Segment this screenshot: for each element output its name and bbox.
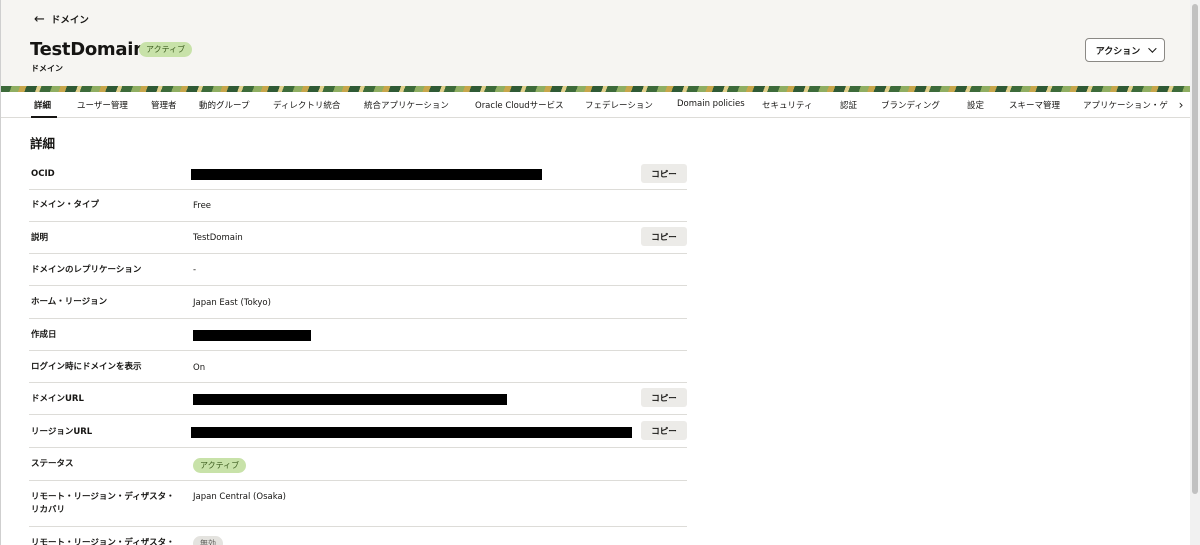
arrow-left-icon: ← — [34, 11, 45, 27]
tab-application-gateway[interactable]: アプリケーション・ゲ — [1083, 99, 1168, 111]
back-link-label: ドメイン — [50, 15, 89, 26]
detail-row-status: ステータス アクティブ — [29, 448, 687, 481]
detail-label: ドメインのレプリケーション — [31, 265, 142, 275]
tab-branding[interactable]: ブランディング — [881, 99, 940, 111]
detail-label: ホーム・リージョン — [31, 297, 108, 307]
redacted-value — [193, 330, 311, 341]
tab-federation[interactable]: フェデレーション — [585, 99, 653, 111]
tab-dynamic-groups[interactable]: 動的グループ — [199, 99, 250, 111]
detail-row-home-region: ホーム・リージョン Japan East (Tokyo) — [29, 286, 687, 319]
copy-ocid-button[interactable]: コピー — [641, 164, 687, 183]
vertical-scrollbar[interactable] — [1190, 0, 1200, 545]
detail-label: リカバリ — [31, 505, 66, 515]
page: ← ドメイン TestDomain アクティブ ドメイン アクション 詳細 ユー… — [0, 0, 1190, 545]
detail-label: 説明 — [31, 233, 49, 243]
detail-label: リージョンURL — [31, 427, 93, 437]
detail-row-domain-type: ドメイン・タイプ Free — [29, 190, 687, 222]
detail-row-domain-url: ドメインURL コピー — [29, 383, 687, 415]
actions-button[interactable]: アクション — [1085, 38, 1165, 62]
detail-row-disaster-recovery-status: リモート・リージョン・ディザスタ・ 無効 — [29, 527, 687, 545]
tab-integrated-applications[interactable]: 統合アプリケーション — [364, 99, 449, 111]
chevron-down-icon — [1148, 44, 1157, 53]
status-badge: アクティブ — [139, 42, 193, 57]
copy-region-url-button[interactable]: コピー — [641, 421, 687, 440]
actions-button-label: アクション — [1095, 46, 1141, 57]
redacted-value — [191, 169, 542, 180]
redacted-value — [191, 427, 632, 438]
page-subtitle: ドメイン — [31, 64, 63, 73]
detail-label: ステータス — [31, 459, 74, 469]
section-title: 詳細 — [30, 136, 56, 151]
detail-value: On — [193, 363, 206, 373]
tab-authentication[interactable]: 認証 — [840, 99, 857, 111]
detail-row-show-on-login: ログイン時にドメインを表示 On — [29, 351, 687, 383]
detail-label: リモート・リージョン・ディザスタ・ — [31, 492, 175, 502]
tab-administrators[interactable]: 管理者 — [151, 99, 177, 111]
back-link[interactable]: ← ドメイン — [34, 11, 89, 27]
detail-row-region-url: リージョンURL コピー — [29, 415, 687, 448]
tab-bar: 詳細 ユーザー管理 管理者 動的グループ ディレクトリ統合 統合アプリケーション… — [1, 92, 1190, 118]
tab-schema-management[interactable]: スキーマ管理 — [1009, 99, 1060, 111]
active-tab-indicator — [31, 116, 57, 118]
detail-value: - — [193, 265, 197, 275]
detail-label: ドメインURL — [31, 394, 84, 404]
detail-label: 作成日 — [31, 330, 57, 340]
detail-label: OCID — [31, 169, 55, 179]
tab-settings[interactable]: 設定 — [967, 99, 984, 111]
chevron-right-icon[interactable]: › — [1172, 92, 1190, 117]
status-badge: アクティブ — [193, 458, 247, 473]
detail-row-ocid: OCID コピー — [29, 158, 687, 190]
status-badge: 無効 — [193, 536, 223, 545]
detail-value: Free — [193, 201, 212, 211]
copy-domain-url-button[interactable]: コピー — [641, 388, 687, 407]
detail-label: ログイン時にドメインを表示 — [31, 362, 142, 372]
tab-domain-policies[interactable]: Domain policies — [677, 99, 745, 109]
detail-row-description: 説明 TestDomain コピー — [29, 222, 687, 254]
detail-row-created-date: 作成日 — [29, 319, 687, 351]
detail-value: Japan East (Tokyo) — [193, 298, 271, 308]
detail-label: ドメイン・タイプ — [31, 200, 100, 210]
copy-description-button[interactable]: コピー — [641, 227, 687, 246]
tab-user-management[interactable]: ユーザー管理 — [77, 99, 128, 111]
detail-row-disaster-recovery: リモート・リージョン・ディザスタ・ リカバリ Japan Central (Os… — [29, 481, 687, 527]
redacted-value — [193, 394, 507, 405]
detail-label: リモート・リージョン・ディザスタ・ — [31, 538, 175, 545]
scrollbar-thumb[interactable] — [1192, 4, 1198, 494]
page-header: ← ドメイン TestDomain アクティブ ドメイン アクション — [1, 0, 1190, 86]
detail-value: TestDomain — [193, 233, 243, 243]
page-title: TestDomain — [30, 39, 146, 60]
detail-row-replication: ドメインのレプリケーション - — [29, 254, 687, 286]
tab-oracle-cloud-services[interactable]: Oracle Cloudサービス — [475, 99, 564, 111]
tab-security[interactable]: セキュリティ — [762, 99, 813, 111]
detail-value: Japan Central (Osaka) — [193, 492, 287, 502]
tab-directory-integration[interactable]: ディレクトリ統合 — [273, 99, 340, 111]
tab-details[interactable]: 詳細 — [34, 99, 51, 111]
